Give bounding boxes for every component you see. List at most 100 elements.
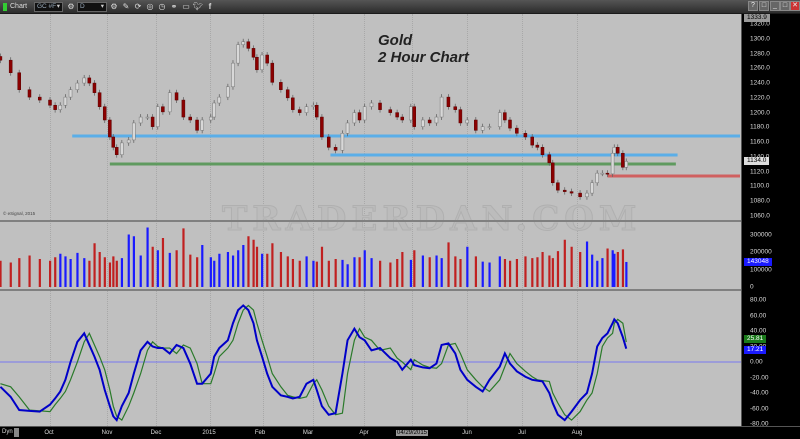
candle-up (217, 96, 222, 104)
candle-down (621, 152, 625, 168)
x-axis[interactable]: Dyn Oct Nov Dec 2015 Feb Mar Apr 04/29/2015 Jun J… (0, 426, 800, 439)
volume-bar (175, 250, 178, 287)
volume-bar (601, 258, 604, 287)
oscillator-tick-label: -20.00 (750, 374, 769, 381)
help-button[interactable]: ? (748, 1, 758, 11)
oscillator-tick-label: -60.00 (750, 405, 769, 412)
x-axis-toggle[interactable] (14, 428, 19, 437)
candle-down (111, 136, 116, 148)
candle-down (102, 106, 107, 121)
volume-bar (38, 259, 41, 287)
volume-bar (551, 258, 554, 287)
volume-bar (515, 259, 519, 287)
volume-bar (151, 246, 154, 287)
x-tick-label: Apr (359, 430, 369, 436)
candle-down (265, 54, 269, 64)
volume-bar (488, 262, 491, 287)
volume-bar (585, 241, 589, 287)
volume-bar (103, 257, 106, 287)
volume-bar (0, 260, 2, 287)
volume-bar (616, 252, 619, 287)
y-axis[interactable]: 1320.0 1300.0 1280.0 1260.0 1240.0 1220.0 1200… (741, 14, 800, 428)
volume-bar (454, 256, 457, 287)
candle-down (550, 162, 555, 184)
volume-bar (237, 250, 240, 287)
candle-down (569, 191, 574, 194)
close-button[interactable]: ✕ (790, 1, 800, 11)
candle-down (97, 92, 102, 107)
volume-bar (49, 260, 52, 287)
last-price-tag: 1134.0 (744, 157, 770, 166)
candle-down (535, 144, 540, 148)
volume-bar (341, 259, 344, 287)
volume-bar (252, 239, 255, 287)
minimize-button[interactable]: _ (770, 1, 780, 11)
candle-up (200, 119, 204, 131)
volume-bar (396, 259, 399, 287)
volume-bar (132, 236, 135, 287)
price-tick-label: 1160.0 (750, 138, 770, 146)
volume-tick-label: 300000 (750, 231, 772, 238)
volume-bar (189, 254, 192, 287)
x-tick-label: Dec (150, 430, 162, 436)
candle-down (195, 119, 199, 131)
oscillator-tick-label: -40.00 (750, 389, 769, 397)
candle-down (427, 119, 432, 124)
volume-bar (127, 234, 130, 287)
candle-down (547, 154, 552, 164)
candle-down (320, 116, 324, 138)
candle-up (75, 82, 80, 90)
candle-down (150, 116, 155, 127)
volume-bar (413, 250, 416, 287)
volume-bar (156, 250, 159, 287)
volume-bar (591, 254, 594, 287)
candle-up (120, 142, 124, 155)
candle-down (446, 96, 451, 107)
maximize-button[interactable]: □ (780, 1, 790, 11)
volume-bar (524, 256, 527, 287)
candle-up (212, 102, 216, 118)
x-axis-mode[interactable]: Dyn (2, 429, 13, 435)
volume-bar (579, 252, 582, 287)
volume-bar (334, 259, 337, 287)
candle-down (453, 106, 458, 110)
volume-bar (161, 238, 165, 287)
volume-bar (498, 256, 501, 287)
volume-bar (286, 256, 289, 287)
volume-bar (363, 250, 366, 287)
volume-bar (621, 249, 625, 287)
volume-bar (536, 257, 539, 287)
candle-up (138, 116, 143, 124)
candle-up (595, 172, 599, 184)
price-tick-label: 1200.0 (750, 109, 770, 117)
price-tick-label: 1100.0 (750, 182, 770, 190)
volume-bar (291, 259, 295, 287)
candle-up (311, 104, 316, 107)
volume-bar (226, 252, 230, 287)
restore-button[interactable]: □ (759, 1, 769, 11)
candle-up (82, 77, 86, 84)
candle-up (63, 96, 68, 106)
candle-down (27, 89, 32, 98)
price-tick-label: 1060.0 (750, 212, 770, 220)
volume-bar (231, 255, 235, 287)
candle-up (409, 106, 413, 121)
volume-bar (28, 255, 31, 287)
candle-down (297, 109, 302, 113)
volume-bar (481, 261, 484, 287)
candle-down (540, 147, 545, 155)
candle-up (434, 116, 439, 124)
volume-bar (305, 256, 308, 287)
volume-bar (115, 260, 118, 287)
candle-up (304, 106, 309, 113)
volume-tick-label: 100000 (750, 266, 772, 273)
candle-down (92, 82, 97, 93)
volume-bar (440, 258, 443, 287)
volume-bar (279, 252, 283, 287)
volume-bar (18, 258, 21, 287)
x-tick-label: 2015 (202, 430, 216, 436)
candle-up (58, 104, 63, 110)
candle-up (208, 116, 213, 121)
candle-down (315, 104, 319, 118)
volume-bar (613, 253, 616, 287)
